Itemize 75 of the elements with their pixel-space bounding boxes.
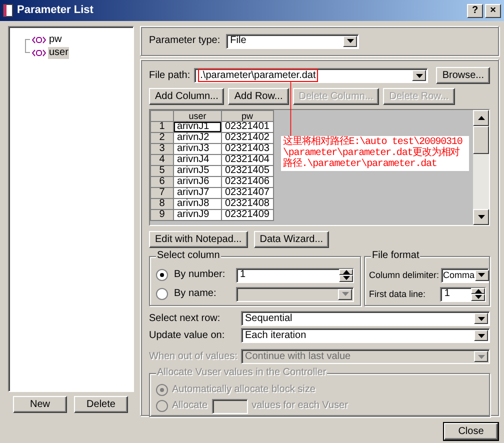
row-header[interactable]: 1	[150, 122, 174, 132]
up-arrow-icon	[478, 116, 484, 120]
field-label: First data line:	[369, 288, 427, 300]
dropdown-field[interactable]: File	[226, 34, 360, 48]
down-arrow-icon	[478, 354, 484, 358]
column-header[interactable]: pw	[222, 110, 273, 122]
dropdown-field[interactable]	[236, 286, 354, 302]
scrollbar[interactable]	[473, 110, 489, 225]
down-arrow-icon	[416, 74, 423, 78]
down-arrow-icon	[478, 316, 484, 320]
parameter-icon	[32, 36, 46, 44]
close-button[interactable]: Close	[444, 423, 498, 440]
down-arrow-icon	[346, 39, 354, 43]
radio-label: Automatically allocate block size	[172, 384, 316, 396]
row-header[interactable]: 4	[150, 154, 174, 166]
radio-button[interactable]	[156, 288, 168, 300]
row-header[interactable]: 7	[150, 188, 174, 198]
spin-button[interactable]	[339, 268, 353, 282]
column-header[interactable]: user	[174, 110, 222, 122]
spin-button[interactable]	[471, 288, 485, 300]
edit-notepad-button[interactable]: Edit with Notepad...	[149, 231, 248, 248]
annotation-text: 这里将相对路径E:\auto test\20090310\parameter\parameter.dat更改为相对路径.\parameter\parameter.dat	[281, 136, 469, 171]
dropdown-field[interactable]: .\parameter\parameter.dat	[194, 68, 428, 83]
field-label: values for each Vuser	[252, 400, 348, 412]
row-header[interactable]: 9	[150, 210, 174, 220]
dropdown-field[interactable]: Sequential	[241, 311, 490, 326]
window-title: Parameter List	[17, 4, 94, 18]
row-header[interactable]: 2	[150, 132, 174, 144]
delete-button[interactable]: Delete	[74, 396, 128, 413]
dropdown-field[interactable]: Each iteration	[241, 328, 490, 343]
dropdown-button[interactable]	[343, 36, 358, 46]
new-button[interactable]: New	[13, 396, 67, 413]
number-field[interactable]: 1	[440, 286, 486, 302]
row-header[interactable]: 3	[150, 144, 174, 154]
row-header[interactable]: 6	[150, 176, 174, 188]
field-label: Update value on:	[149, 330, 226, 342]
field-label: Parameter type:	[149, 35, 220, 47]
down-arrow-icon	[478, 334, 484, 338]
radio-button[interactable]	[156, 269, 168, 281]
dropdown-button[interactable]	[338, 288, 352, 300]
document-icon	[3, 4, 13, 17]
radio-label: Allocate	[172, 400, 208, 412]
dropdown-button[interactable]	[474, 330, 488, 341]
number-field[interactable]: 1	[236, 268, 354, 282]
up-arrow-icon	[474, 288, 482, 293]
dropdown-button[interactable]	[474, 313, 488, 324]
row-header[interactable]: 5	[150, 166, 174, 176]
radio-label: By number:	[174, 269, 226, 281]
dropdown-button[interactable]	[474, 270, 489, 280]
field-label: File path:	[149, 70, 190, 82]
row-header[interactable]: 8	[150, 198, 174, 210]
down-arrow-icon	[478, 273, 486, 277]
number-field[interactable]	[212, 398, 248, 414]
down-arrow-icon	[478, 215, 484, 219]
dropdown-field[interactable]: Comma	[441, 268, 490, 282]
down-arrow-icon	[342, 276, 350, 280]
field-label: Select next row:	[149, 312, 222, 324]
leader-line	[290, 82, 292, 136]
tree-item[interactable]: user	[48, 46, 70, 58]
field-label: Column delimiter:	[369, 270, 440, 280]
up-arrow-icon	[342, 270, 350, 274]
tree-item[interactable]: pw	[48, 34, 63, 46]
toolbar-button[interactable]: Add Row...	[228, 88, 289, 105]
field-label: When out of values:	[149, 350, 238, 362]
down-arrow-icon	[474, 295, 482, 300]
toolbar-button[interactable]: Add Column...	[149, 88, 224, 105]
data-wizard-button[interactable]: Data Wizard...	[254, 231, 330, 248]
parameter-icon	[32, 48, 46, 56]
dropdown-button[interactable]	[412, 70, 426, 81]
close-button[interactable]: ×	[485, 4, 501, 18]
down-arrow-icon	[342, 292, 348, 296]
browse-button[interactable]: Browse...	[436, 67, 490, 84]
radio-label: By name:	[174, 288, 218, 300]
scroll-thumb[interactable]	[473, 126, 489, 154]
help-button[interactable]: ?	[467, 4, 483, 18]
